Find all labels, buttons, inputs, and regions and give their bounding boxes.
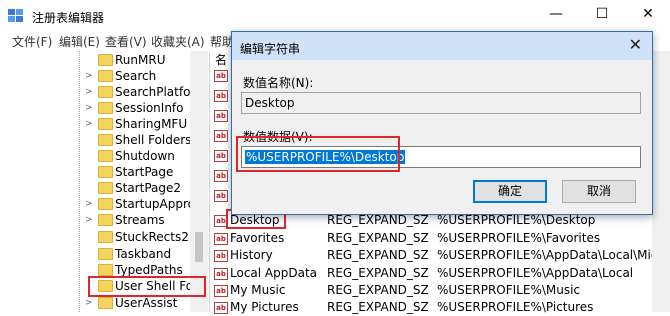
folder-icon bbox=[98, 54, 113, 66]
menu-file[interactable]: 文件(F) bbox=[12, 33, 52, 50]
list-row[interactable]: ab My Music REG_EXPAND_SZ %USERPROFILE%\… bbox=[210, 282, 670, 299]
folder-icon bbox=[98, 102, 113, 114]
highlight-box-value-data bbox=[236, 136, 400, 172]
folder-icon bbox=[98, 297, 113, 309]
value-name: Favorites bbox=[230, 231, 285, 245]
list-row[interactable]: ab Local AppData REG_EXPAND_SZ %USERPROF… bbox=[210, 265, 670, 282]
menu-edit[interactable]: 编辑(E) bbox=[59, 33, 100, 50]
tree-item-label: SessionInfo bbox=[115, 101, 184, 115]
close-button[interactable]: ✕ bbox=[626, 0, 670, 30]
window-titlebar: 注册表编辑器 — ☐ ✕ bbox=[0, 0, 670, 30]
value-type: REG_EXPAND_SZ bbox=[327, 231, 429, 245]
expander-icon[interactable]: > bbox=[85, 212, 93, 228]
value-type: REG_EXPAND_SZ bbox=[327, 283, 429, 297]
tree-guide-line bbox=[79, 51, 81, 312]
value-type: REG_EXPAND_SZ bbox=[327, 266, 429, 280]
list-scrollbar[interactable] bbox=[652, 51, 670, 312]
expander-icon[interactable]: > bbox=[85, 100, 93, 116]
maximize-button[interactable]: ☐ bbox=[580, 0, 624, 30]
minimize-button[interactable]: — bbox=[534, 0, 578, 30]
value-name: Local AppData bbox=[230, 266, 318, 280]
folder-icon bbox=[98, 134, 113, 146]
reg-string-icon: ab bbox=[214, 110, 228, 122]
tree-item-label: SearchPlatforr bbox=[115, 85, 201, 99]
dialog-titlebar[interactable]: 编辑字符串 ✕ bbox=[232, 32, 652, 60]
list-row[interactable]: ab Favorites REG_EXPAND_SZ %USERPROFILE%… bbox=[210, 230, 670, 247]
dialog-close-icon[interactable]: ✕ bbox=[629, 35, 642, 54]
reg-string-icon: ab bbox=[214, 190, 228, 202]
folder-icon bbox=[98, 150, 113, 162]
highlight-box-tree bbox=[88, 276, 206, 297]
reg-string-icon: ab bbox=[214, 302, 228, 314]
tree-item-label: Taskband bbox=[115, 247, 172, 261]
expander-icon[interactable]: > bbox=[85, 196, 93, 212]
value-name: History bbox=[230, 248, 273, 262]
tree-item-label: Shutdown bbox=[115, 149, 175, 163]
column-header-name[interactable]: 名 bbox=[215, 51, 227, 68]
folder-icon bbox=[98, 248, 113, 260]
folder-icon bbox=[98, 86, 113, 98]
value-data: %USERPROFILE%\Favorites bbox=[437, 231, 601, 245]
reg-string-icon: ab bbox=[214, 285, 228, 297]
value-data: %USERPROFILE%\AppData\Local bbox=[437, 266, 634, 280]
edit-string-dialog: 编辑字符串 ✕ 数值名称(N): Desktop 数值数据(V): %USERP… bbox=[231, 31, 653, 215]
value-type: REG_EXPAND_SZ bbox=[327, 248, 429, 262]
folder-icon bbox=[98, 231, 113, 243]
folder-icon bbox=[98, 182, 113, 194]
tree-item-label: StuckRects2 bbox=[115, 230, 189, 244]
folder-icon bbox=[98, 166, 113, 178]
folder-icon bbox=[98, 214, 113, 226]
tree-item-label: UserAssist bbox=[115, 296, 178, 310]
value-type: REG_EXPAND_SZ bbox=[327, 300, 429, 314]
value-name-label: 数值名称(N): bbox=[243, 76, 314, 90]
tree-item-label: Search bbox=[115, 69, 157, 83]
expander-icon[interactable]: > bbox=[85, 295, 93, 311]
folder-icon bbox=[98, 118, 113, 130]
tree-item-label: Shell Folders bbox=[115, 133, 192, 147]
tree-item-label: SharingMFU bbox=[115, 117, 188, 131]
reg-string-icon: ab bbox=[214, 170, 228, 182]
ok-button[interactable]: 确定 bbox=[473, 180, 547, 203]
list-row[interactable]: ab History REG_EXPAND_SZ %USERPROFILE%\A… bbox=[210, 247, 670, 264]
expander-icon[interactable]: > bbox=[85, 84, 93, 100]
reg-string-icon: ab bbox=[214, 70, 228, 82]
value-name: My Music bbox=[230, 283, 286, 297]
folder-icon bbox=[98, 198, 113, 210]
dialog-title: 编辑字符串 bbox=[240, 42, 301, 56]
tree-item-label: StartPage bbox=[115, 165, 174, 179]
value-data: %USERPROFILE%\Music bbox=[437, 283, 581, 297]
expander-icon[interactable]: > bbox=[85, 68, 93, 84]
tree-item-label: RunMRU bbox=[115, 53, 166, 67]
expander-icon[interactable]: > bbox=[85, 116, 93, 132]
reg-string-icon: ab bbox=[214, 150, 228, 162]
reg-string-icon: ab bbox=[214, 268, 228, 280]
tree-scrollbar-thumb[interactable] bbox=[195, 232, 203, 262]
tree-scrollbar[interactable] bbox=[190, 51, 208, 312]
reg-string-icon: ab bbox=[214, 233, 228, 245]
folder-icon bbox=[98, 70, 113, 82]
menu-favorites[interactable]: 收藏夹(A) bbox=[151, 33, 205, 50]
window-title: 注册表编辑器 bbox=[32, 11, 105, 25]
cancel-button[interactable]: 取消 bbox=[562, 180, 636, 203]
reg-string-icon: ab bbox=[214, 130, 228, 142]
reg-string-icon: ab bbox=[214, 90, 228, 102]
menu-view[interactable]: 查看(V) bbox=[105, 33, 147, 50]
tree-item-label: StartPage2 bbox=[115, 181, 181, 195]
regedit-icon bbox=[8, 9, 23, 22]
value-data: %USERPROFILE%\AppData\Local\Micros bbox=[437, 248, 670, 262]
value-name-field[interactable]: Desktop bbox=[241, 92, 641, 114]
folder-icon bbox=[98, 264, 113, 276]
value-data: %USERPROFILE%\Pictures bbox=[437, 300, 594, 314]
list-row[interactable]: ab My Pictures REG_EXPAND_SZ %USERPROFIL… bbox=[210, 299, 670, 316]
reg-string-icon: ab bbox=[214, 250, 228, 262]
value-name: My Pictures bbox=[230, 300, 299, 314]
tree-item-label: StartupAppro bbox=[115, 197, 195, 211]
tree-item-label: Streams bbox=[115, 213, 165, 227]
